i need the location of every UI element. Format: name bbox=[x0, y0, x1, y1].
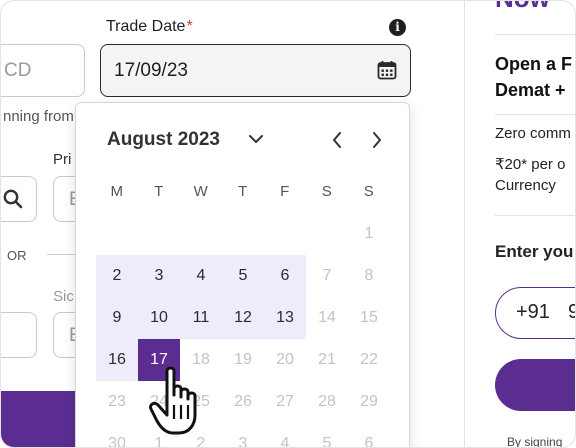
promo-title-line-1: Open a F bbox=[495, 54, 573, 74]
weekday-label: S bbox=[363, 183, 375, 200]
day-cell[interactable]: 12 bbox=[222, 297, 264, 339]
calendar-icon[interactable] bbox=[377, 60, 397, 80]
weekday-label: T bbox=[238, 183, 248, 200]
weekday-label: W bbox=[193, 183, 209, 200]
day-cell: 15 bbox=[360, 309, 378, 326]
day-cell: 8 bbox=[364, 267, 374, 284]
day-cell: 3 bbox=[238, 435, 248, 448]
promo-fee-line-1: ₹20* per o bbox=[495, 156, 566, 173]
day-cell[interactable]: 16 bbox=[96, 339, 138, 381]
currency-input[interactable]: CD bbox=[1, 44, 85, 97]
day-cell: 23 bbox=[108, 393, 126, 410]
day-cell[interactable]: 5 bbox=[222, 255, 264, 297]
day-cell[interactable]: 6 bbox=[264, 255, 306, 297]
submit-button[interactable] bbox=[1, 391, 77, 447]
trade-date-value: 17/09/23 bbox=[114, 60, 188, 81]
trade-date-input[interactable]: 17/09/23 bbox=[100, 44, 411, 97]
fine-print: By signing bbox=[507, 435, 563, 448]
day-cell[interactable]: 13 bbox=[264, 297, 306, 339]
promo-rule-mid bbox=[495, 114, 575, 115]
search-button[interactable] bbox=[1, 176, 37, 222]
day-cell: 28 bbox=[318, 393, 336, 410]
weekday-label: S bbox=[321, 183, 333, 200]
weekday-label: T bbox=[154, 183, 164, 200]
chevron-right-icon[interactable] bbox=[370, 131, 384, 149]
promo-zero-commission: Zero comm bbox=[495, 125, 571, 142]
day-cell: 14 bbox=[318, 309, 336, 326]
mobile-number-input[interactable]: +91 9 bbox=[495, 287, 575, 339]
panel-divider bbox=[464, 1, 465, 447]
promo-heading: Now bbox=[495, 1, 550, 14]
promo-title-line-2: Demat + bbox=[495, 80, 566, 100]
price-label: Pri bbox=[53, 151, 72, 168]
day-cell: 22 bbox=[360, 351, 378, 368]
chevron-down-icon[interactable] bbox=[248, 133, 264, 145]
weekday-label: M bbox=[110, 183, 124, 200]
promo-fee-line-2: Currency bbox=[495, 177, 556, 194]
day-cell: 29 bbox=[360, 393, 378, 410]
promo-title: Open a F Demat + bbox=[495, 51, 572, 103]
day-cell: 26 bbox=[234, 393, 252, 410]
promo-rule-bottom bbox=[495, 215, 575, 216]
day-cell[interactable]: 4 bbox=[180, 255, 222, 297]
day-cell: 30 bbox=[108, 435, 126, 448]
app-frame: CD nning from Pri E OR Sic E Trade Date*… bbox=[0, 0, 576, 448]
day-cell[interactable]: 11 bbox=[180, 297, 222, 339]
promo-cta-button[interactable] bbox=[495, 359, 575, 411]
info-icon[interactable]: i bbox=[389, 19, 406, 36]
country-code: +91 bbox=[516, 301, 550, 323]
planning-text: nning from bbox=[3, 108, 74, 125]
or-separator-label: OR bbox=[7, 248, 27, 263]
day-cell: 7 bbox=[322, 267, 332, 284]
day-cell: 1 bbox=[364, 225, 374, 242]
day-cell: 5 bbox=[322, 435, 332, 448]
day-cell: 19 bbox=[234, 351, 252, 368]
month-year-label[interactable]: August 2023 bbox=[107, 129, 220, 151]
weekday-label: F bbox=[280, 183, 290, 200]
promo-rule-top bbox=[495, 34, 575, 35]
day-cell: 27 bbox=[276, 393, 294, 410]
side-label: Sic bbox=[53, 288, 74, 305]
day-cell[interactable]: 2 bbox=[96, 255, 138, 297]
mobile-number-value: 9 bbox=[568, 301, 575, 324]
day-cell[interactable]: 9 bbox=[96, 297, 138, 339]
chevron-left-icon[interactable] bbox=[330, 131, 344, 149]
day-cell: 6 bbox=[364, 435, 374, 448]
enter-mobile-label: Enter you bbox=[495, 242, 574, 261]
search-icon bbox=[3, 189, 23, 209]
day-cell: 20 bbox=[276, 351, 294, 368]
day-cell[interactable]: 3 bbox=[138, 255, 180, 297]
day-cell: 4 bbox=[280, 435, 290, 448]
trade-date-label: Trade Date* bbox=[106, 18, 193, 35]
currency-input-value: CD bbox=[4, 60, 32, 81]
day-cell: 21 bbox=[318, 351, 336, 368]
side-input-left[interactable] bbox=[1, 312, 37, 358]
date-picker-popup: August 2023 MTWTFSS 1 2 3 4 5 6 7 8 9 10 11 12 13 14 1… bbox=[75, 102, 410, 448]
required-mark: * bbox=[186, 18, 193, 35]
or-separator-line bbox=[47, 254, 75, 255]
day-cell[interactable]: 10 bbox=[138, 297, 180, 339]
hand-pointer-icon bbox=[149, 366, 197, 435]
